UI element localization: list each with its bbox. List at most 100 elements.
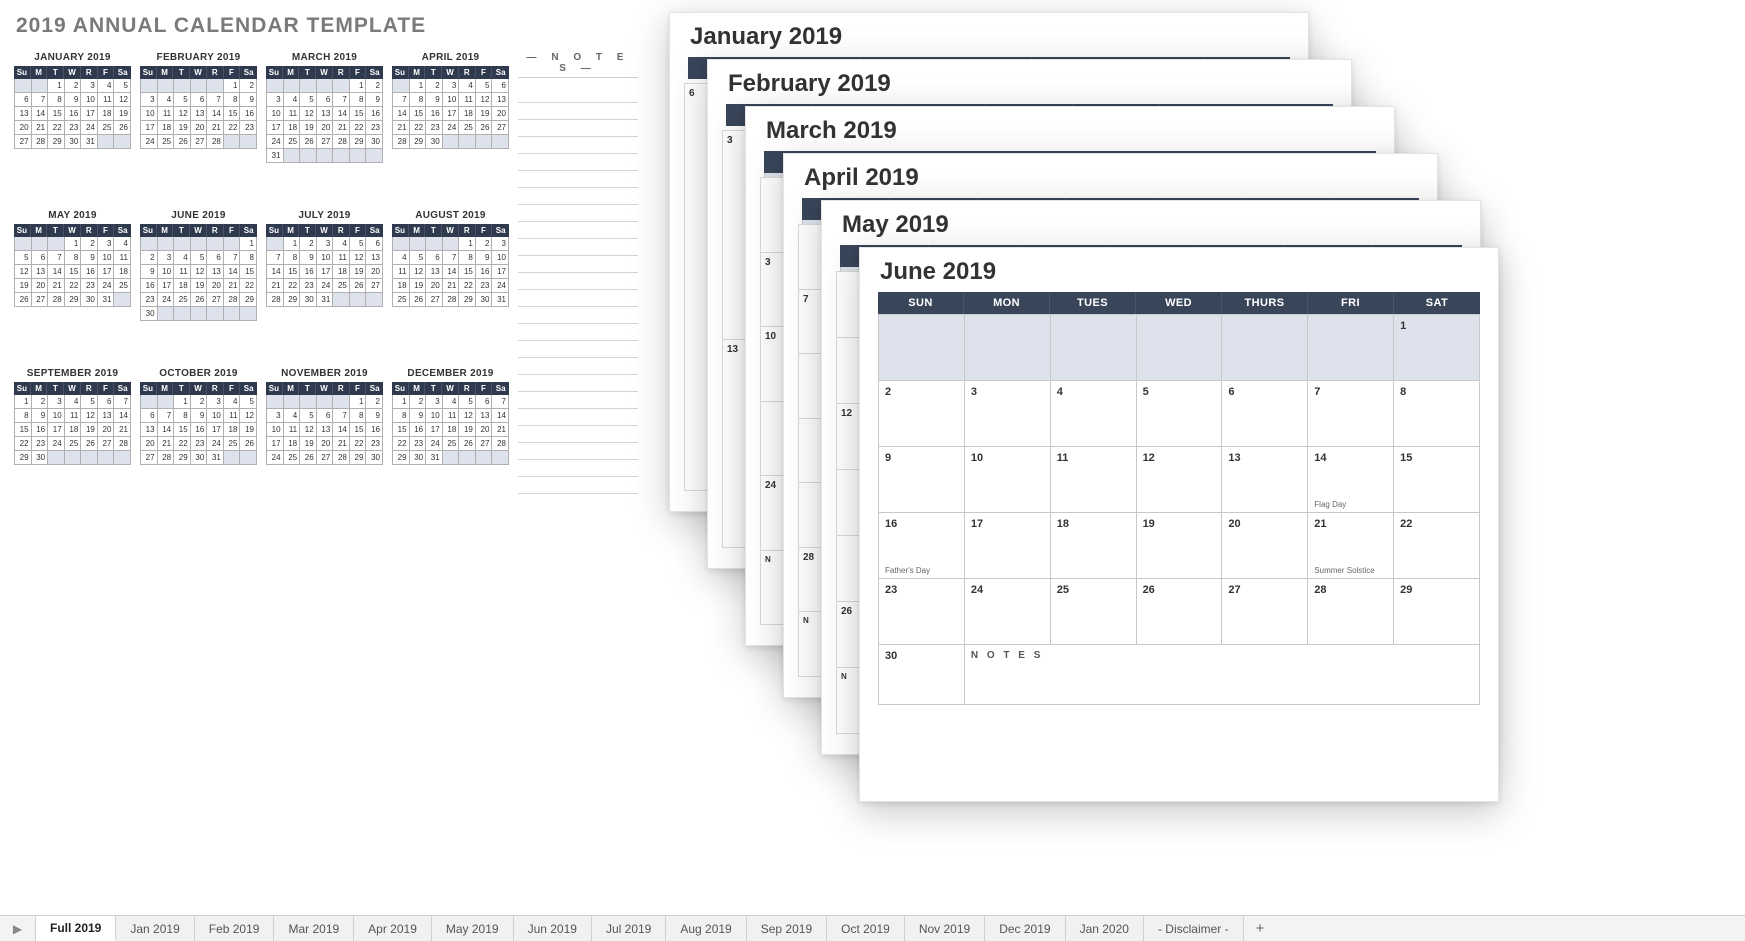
day-cell[interactable] [879, 315, 965, 381]
day-cell[interactable]: 27 [1222, 579, 1308, 645]
mini-day-cell: 3 [141, 93, 158, 107]
sheet-tab-may-2019[interactable]: May 2019 [432, 916, 514, 941]
sheet-title: April 2019 [804, 164, 1419, 192]
day-cell[interactable]: 11 [1051, 447, 1137, 513]
day-cell[interactable]: 16Father's Day [879, 513, 965, 579]
day-cell[interactable]: 8 [1394, 381, 1480, 447]
day-cell[interactable]: 26 [1137, 579, 1223, 645]
day-cell[interactable]: 15 [1394, 447, 1480, 513]
note-line[interactable] [518, 375, 638, 392]
sheet-title: January 2019 [690, 23, 1290, 51]
sheet-tab-jan-2019[interactable]: Jan 2019 [116, 916, 194, 941]
mini-day-cell: 19 [350, 265, 367, 279]
day-cell[interactable]: 1 [1394, 315, 1480, 381]
note-line[interactable] [518, 205, 638, 222]
note-line[interactable] [518, 477, 638, 494]
day-cell[interactable]: 9 [879, 447, 965, 513]
mini-day-cell: 28 [492, 437, 509, 451]
mini-day-cell [240, 135, 257, 149]
note-line[interactable] [518, 307, 638, 324]
day-cell[interactable]: 2 [879, 381, 965, 447]
note-line[interactable] [518, 256, 638, 273]
day-cell[interactable]: 22 [1394, 513, 1480, 579]
note-line[interactable] [518, 239, 638, 256]
day-cell[interactable]: 21Summer Solstice [1308, 513, 1394, 579]
mini-day-cell: 25 [443, 437, 460, 451]
note-line[interactable] [518, 273, 638, 290]
day-cell[interactable]: 14Flag Day [1308, 447, 1394, 513]
sheet-tab-nov-2019[interactable]: Nov 2019 [905, 916, 985, 941]
day-cell[interactable]: 20 [1222, 513, 1308, 579]
day-cell[interactable]: 5 [1137, 381, 1223, 447]
day-cell[interactable] [1308, 315, 1394, 381]
mini-day-cell: 24 [492, 279, 509, 293]
note-line[interactable] [518, 324, 638, 341]
mini-month-march-2019: MARCH 2019SuMTWRFSa123456789101112131415… [266, 52, 383, 192]
sheet-tab-dec-2019[interactable]: Dec 2019 [985, 916, 1065, 941]
day-cell[interactable]: 30 [879, 645, 965, 705]
day-cell[interactable]: 3 [965, 381, 1051, 447]
note-line[interactable] [518, 426, 638, 443]
day-cell[interactable]: 6 [1222, 381, 1308, 447]
day-cell[interactable]: 13 [1222, 447, 1308, 513]
annual-notes-lines[interactable] [518, 86, 638, 494]
day-cell[interactable]: 24 [965, 579, 1051, 645]
note-line[interactable] [518, 443, 638, 460]
day-cell[interactable] [1222, 315, 1308, 381]
mini-day-cell [366, 149, 383, 163]
mini-month-title: SEPTEMBER 2019 [14, 368, 131, 379]
note-line[interactable] [518, 188, 638, 205]
mini-day-cell: 3 [426, 395, 443, 409]
sheet-tab-full-2019[interactable]: Full 2019 [36, 916, 116, 941]
mini-day-cell: 19 [459, 423, 476, 437]
sheet-tab-mar-2019[interactable]: Mar 2019 [274, 916, 354, 941]
note-line[interactable] [518, 290, 638, 307]
note-line[interactable] [518, 137, 638, 154]
day-cell[interactable]: 19 [1137, 513, 1223, 579]
day-cell[interactable]: 28 [1308, 579, 1394, 645]
note-line[interactable] [518, 341, 638, 358]
day-cell[interactable]: 10 [965, 447, 1051, 513]
day-cell[interactable]: 25 [1051, 579, 1137, 645]
mini-month-title: APRIL 2019 [392, 52, 509, 63]
mini-day-cell: 14 [492, 409, 509, 423]
mini-day-cell: 7 [158, 409, 175, 423]
tab-scroll-icon[interactable]: ▶ [0, 916, 36, 941]
day-cell[interactable]: 18 [1051, 513, 1137, 579]
day-cell[interactable]: 17 [965, 513, 1051, 579]
mini-dow-cell: F [224, 224, 241, 237]
note-line[interactable] [518, 222, 638, 239]
sheet-tab-apr-2019[interactable]: Apr 2019 [354, 916, 432, 941]
note-line[interactable] [518, 392, 638, 409]
sheet-tab-jul-2019[interactable]: Jul 2019 [592, 916, 666, 941]
note-line[interactable] [518, 103, 638, 120]
day-cell[interactable]: 29 [1394, 579, 1480, 645]
note-line[interactable] [518, 86, 638, 103]
note-line[interactable] [518, 358, 638, 375]
sheet-tab-jan-2020[interactable]: Jan 2020 [1066, 916, 1144, 941]
sheet-tab-feb-2019[interactable]: Feb 2019 [195, 916, 275, 941]
sheet-tab-sep-2019[interactable]: Sep 2019 [747, 916, 827, 941]
month-notes-cell[interactable]: N O T E S [965, 645, 1480, 705]
day-cell[interactable]: 12 [1137, 447, 1223, 513]
day-cell[interactable] [965, 315, 1051, 381]
day-cell[interactable] [1137, 315, 1223, 381]
note-line[interactable] [518, 409, 638, 426]
day-cell[interactable]: 7 [1308, 381, 1394, 447]
sheet-tab--disclaimer-[interactable]: - Disclaimer - [1144, 916, 1244, 941]
day-cell[interactable] [1051, 315, 1137, 381]
mini-day-cell: 3 [317, 237, 334, 251]
note-line[interactable] [518, 120, 638, 137]
sheet-tab-aug-2019[interactable]: Aug 2019 [666, 916, 746, 941]
add-sheet-button[interactable]: + [1244, 916, 1277, 941]
day-cell[interactable]: 23 [879, 579, 965, 645]
note-line[interactable] [518, 171, 638, 188]
day-number: 10 [971, 452, 1044, 464]
sheet-tab-oct-2019[interactable]: Oct 2019 [827, 916, 905, 941]
sheet-tab-jun-2019[interactable]: Jun 2019 [514, 916, 592, 941]
note-line[interactable] [518, 154, 638, 171]
note-line[interactable] [518, 460, 638, 477]
mini-day-cell: 25 [98, 121, 115, 135]
mini-day-cell: 15 [459, 265, 476, 279]
day-cell[interactable]: 4 [1051, 381, 1137, 447]
